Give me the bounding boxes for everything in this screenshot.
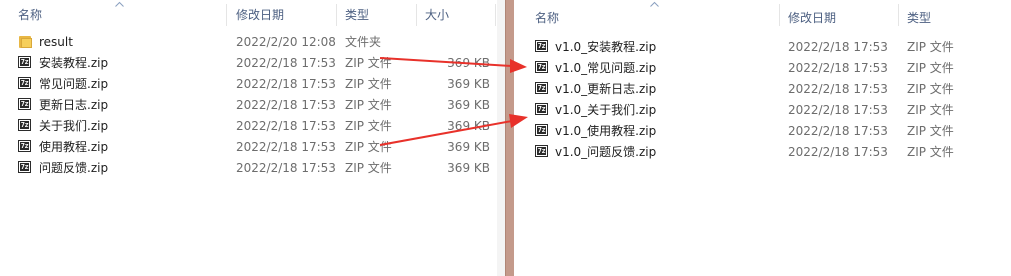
file-size: 369 KB [447,56,490,70]
file-date: 2022/2/20 12:08 [236,35,336,49]
column-divider[interactable] [336,4,337,26]
window-gap [497,0,505,276]
zip-icon: 7z [535,40,550,54]
file-type: 文件夹 [345,35,382,49]
file-date: 2022/2/18 17:53 [236,140,336,154]
right-file-pane: 名称 修改日期 类型 7z v1.0_安装教程.zip 2022/2/18 17… [514,0,1011,276]
file-row[interactable]: 7z 使用教程.zip 2022/2/18 17:53 ZIP 文件 369 K… [0,137,497,158]
header-date[interactable]: 修改日期 [788,3,836,33]
column-divider[interactable] [226,4,227,26]
header-size[interactable]: 大小 [425,0,449,30]
left-column-header: 名称 修改日期 类型 大小 [0,0,497,30]
file-name: 常见问题.zip [39,77,109,91]
file-size: 369 KB [447,140,490,154]
file-type: ZIP 文件 [345,98,392,112]
file-row[interactable]: 7z v1.0_关于我们.zip 2022/2/18 17:53 ZIP 文件 [514,100,1011,121]
file-name: v1.0_使用教程.zip [555,124,657,138]
zip-icon: 7z [535,61,550,75]
file-name: 更新日志.zip [39,98,109,112]
zip-icon: 7z [535,145,550,159]
file-row[interactable]: 7z v1.0_使用教程.zip 2022/2/18 17:53 ZIP 文件 [514,121,1011,142]
file-row[interactable]: 7z v1.0_常见问题.zip 2022/2/18 17:53 ZIP 文件 [514,58,1011,79]
file-type: ZIP 文件 [345,140,392,154]
zip-icon: 7z [535,82,550,96]
file-date: 2022/2/18 17:53 [236,119,336,133]
left-file-pane: 名称 修改日期 类型 大小 result 2022/2/20 12:08 文件夹… [0,0,497,276]
file-name: 安装教程.zip [39,56,109,70]
file-name: v1.0_安装教程.zip [555,40,657,54]
file-row[interactable]: 7z v1.0_更新日志.zip 2022/2/18 17:53 ZIP 文件 [514,79,1011,100]
header-name[interactable]: 名称 [535,3,559,33]
file-type: ZIP 文件 [907,103,954,117]
right-column-header: 名称 修改日期 类型 [514,0,1011,30]
file-name: result [39,35,73,49]
header-type[interactable]: 类型 [345,0,369,30]
file-row[interactable]: 7z 问题反馈.zip 2022/2/18 17:53 ZIP 文件 369 K… [0,158,497,179]
file-name: 关于我们.zip [39,119,109,133]
file-row[interactable]: 7z v1.0_问题反馈.zip 2022/2/18 17:53 ZIP 文件 [514,142,1011,163]
file-type: ZIP 文件 [907,82,954,96]
file-size: 369 KB [447,77,490,91]
file-row[interactable]: 7z 关于我们.zip 2022/2/18 17:53 ZIP 文件 369 K… [0,116,497,137]
file-size: 369 KB [447,98,490,112]
file-date: 2022/2/18 17:53 [788,124,888,138]
file-date: 2022/2/18 17:53 [236,161,336,175]
column-divider[interactable] [779,4,780,26]
zip-icon: 7z [18,119,33,133]
file-date: 2022/2/18 17:53 [236,77,336,91]
file-row[interactable]: 7z 更新日志.zip 2022/2/18 17:53 ZIP 文件 369 K… [0,95,497,116]
file-date: 2022/2/18 17:53 [788,103,888,117]
file-name: v1.0_问题反馈.zip [555,145,657,159]
file-type: ZIP 文件 [345,161,392,175]
file-name: 问题反馈.zip [39,161,109,175]
file-row[interactable]: 7z 安装教程.zip 2022/2/18 17:53 ZIP 文件 369 K… [0,53,497,74]
column-divider[interactable] [495,4,496,26]
file-row[interactable]: 7z v1.0_安装教程.zip 2022/2/18 17:53 ZIP 文件 [514,37,1011,58]
sort-ascending-icon [650,1,659,7]
file-date: 2022/2/18 17:53 [788,40,888,54]
header-date[interactable]: 修改日期 [236,0,284,30]
file-date: 2022/2/18 17:53 [788,82,888,96]
file-size: 369 KB [447,119,490,133]
file-name: v1.0_关于我们.zip [555,103,657,117]
file-type: ZIP 文件 [907,61,954,75]
file-name: v1.0_更新日志.zip [555,82,657,96]
zip-icon: 7z [18,77,33,91]
header-type[interactable]: 类型 [907,3,931,33]
file-type: ZIP 文件 [907,124,954,138]
file-date: 2022/2/18 17:53 [236,56,336,70]
file-name: v1.0_常见问题.zip [555,61,657,75]
file-row-result[interactable]: result 2022/2/20 12:08 文件夹 [0,32,497,53]
file-date: 2022/2/18 17:53 [788,145,888,159]
file-date: 2022/2/18 17:53 [788,61,888,75]
zip-icon: 7z [18,140,33,154]
file-row[interactable]: 7z 常见问题.zip 2022/2/18 17:53 ZIP 文件 369 K… [0,74,497,95]
column-divider[interactable] [416,4,417,26]
sort-ascending-icon [115,1,124,7]
file-date: 2022/2/18 17:53 [236,98,336,112]
header-name[interactable]: 名称 [18,0,42,30]
file-type: ZIP 文件 [345,77,392,91]
zip-icon: 7z [535,124,550,138]
zip-icon: 7z [535,103,550,117]
zip-icon: 7z [18,56,33,70]
file-size: 369 KB [447,161,490,175]
zip-icon: 7z [18,161,33,175]
column-divider[interactable] [898,4,899,26]
file-type: ZIP 文件 [907,145,954,159]
folder-icon [18,35,33,49]
file-type: ZIP 文件 [345,119,392,133]
file-name: 使用教程.zip [39,140,109,154]
zip-icon: 7z [18,98,33,112]
file-type: ZIP 文件 [907,40,954,54]
file-type: ZIP 文件 [345,56,392,70]
